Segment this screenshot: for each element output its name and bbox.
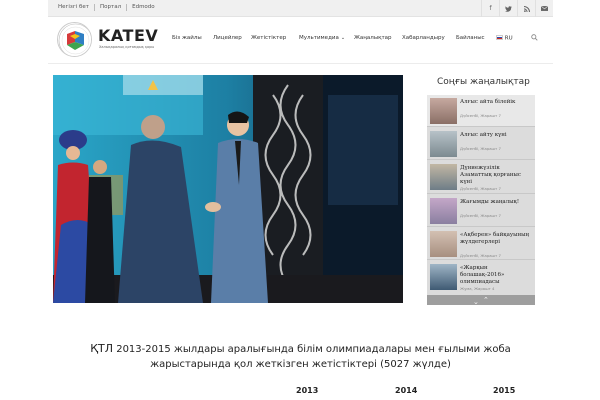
rss-icon[interactable]: [517, 0, 535, 17]
lang-label: RU: [504, 35, 513, 42]
news-meta: Жұма, Жарашт 4: [460, 286, 495, 291]
news-meta: Дүйсенбі, Жарашт 7: [460, 213, 501, 218]
mail-icon[interactable]: [535, 0, 553, 17]
social-links: f: [481, 0, 553, 17]
top-link-home[interactable]: Негізгі бет: [58, 4, 96, 11]
news-thumbnail: [430, 164, 457, 190]
achievements-title-line1: 2013-2015 жылдары аралығында білім олимп…: [116, 344, 511, 355]
achievements-title-abbr: ҚТЛ: [90, 342, 114, 355]
news-thumbnail: [430, 131, 457, 157]
nav-item-announcements[interactable]: Хабарландыру: [402, 35, 445, 41]
news-headline: Дүниежүзілік Азаматтық қорғаныс күні: [460, 165, 521, 185]
news-section-title: Соңғы жаңалықтар: [437, 77, 530, 87]
brand-subtitle: Халықаралық қоғамдық қоры: [99, 45, 155, 49]
header-divider: [48, 63, 553, 64]
news-list: Алғыс айта білейік Дүйсенбі, Жарашт 7 Ал…: [427, 95, 535, 305]
top-bar: Негізгі бет Портал Edmodo f: [48, 0, 553, 17]
news-thumbnail: [430, 198, 457, 224]
lang-switch[interactable]: RU: [496, 35, 513, 42]
chevron-down-icon: ⌄: [340, 35, 346, 41]
news-item[interactable]: Дүниежүзілік Азаматтық қорғаныс күні Дүй…: [427, 161, 535, 194]
chevron-up-icon[interactable]: ⌃: [483, 296, 489, 304]
news-meta: Дүйсенбі, Жарашт 7: [460, 113, 501, 118]
nav-item-achievements[interactable]: Жетістіктер: [251, 35, 286, 41]
news-item[interactable]: «Жарқын болашақ-2016» олимпиадасы Жұма, …: [427, 261, 535, 295]
hero-slide-image[interactable]: [53, 75, 403, 303]
news-headline: Жағымды жаңалық!: [460, 199, 520, 205]
top-link-portal[interactable]: Портал: [95, 4, 128, 11]
award-ceremony-photo: [53, 75, 403, 303]
search-icon[interactable]: [531, 34, 538, 43]
achievements-title: ҚТЛ 2013-2015 жылдары аралығында білім о…: [48, 341, 553, 372]
news-headline: Алғыс айта білейік: [460, 99, 516, 105]
year-label: 2015: [493, 386, 516, 395]
news-meta: Дүйсенбі, Жарашт 7: [460, 186, 501, 191]
twitter-icon[interactable]: [499, 0, 517, 17]
news-thumbnail: [430, 231, 457, 257]
news-meta: Дүйсенбі, Жарашт 7: [460, 146, 501, 151]
nav-item-about[interactable]: Біз жайлы: [172, 35, 202, 41]
news-thumbnail: [430, 98, 457, 124]
nav-item-news[interactable]: Жаңалықтар: [354, 35, 392, 41]
facebook-icon[interactable]: f: [481, 0, 499, 17]
brand-name[interactable]: KATEV: [98, 26, 158, 45]
nav-item-lyceums[interactable]: Лицейлер: [213, 35, 242, 41]
news-item[interactable]: Жағымды жаңалық! Дүйсенбі, Жарашт 7: [427, 195, 535, 227]
chevron-down-icon[interactable]: ⌃: [473, 297, 479, 305]
news-item[interactable]: «Ақберен» байқауының жүлдегерлері Дүйсен…: [427, 228, 535, 260]
nav-item-multimedia[interactable]: Мультимедиа ⌄: [299, 35, 345, 41]
news-item[interactable]: Алғыс айта білейік Дүйсенбі, Жарашт 7: [427, 95, 535, 127]
news-meta: Дүйсенбі, Жарашт 7: [460, 253, 501, 258]
news-thumbnail: [430, 264, 457, 290]
top-links: Негізгі бет Портал Edmodo: [58, 4, 160, 11]
nav-item-contacts[interactable]: Байланыс: [456, 35, 485, 41]
logo-emblem[interactable]: [57, 22, 92, 57]
page: Негізгі бет Портал Edmodo f KATEV Халықа…: [0, 0, 600, 400]
news-headline: «Ақберен» байқауының жүлдегерлері: [460, 232, 530, 245]
news-item[interactable]: Алғыс айту күні Дүйсенбі, Жарашт 7: [427, 128, 535, 160]
nav-item-multimedia-label: Мультимедиа: [299, 35, 339, 41]
achievements-title-line2: жарыстарында қол жеткізген жетістіктері …: [150, 359, 451, 370]
news-headline: «Жарқын болашақ-2016» олимпиадасы: [460, 265, 505, 285]
news-headline: Алғыс айту күні: [460, 132, 507, 138]
top-link-edmodo[interactable]: Edmodo: [127, 4, 160, 11]
year-label: 2013: [296, 386, 319, 395]
news-nav: ⌃ ⌃: [427, 295, 535, 305]
flag-ru-icon: [496, 35, 503, 40]
year-label: 2014: [395, 386, 418, 395]
